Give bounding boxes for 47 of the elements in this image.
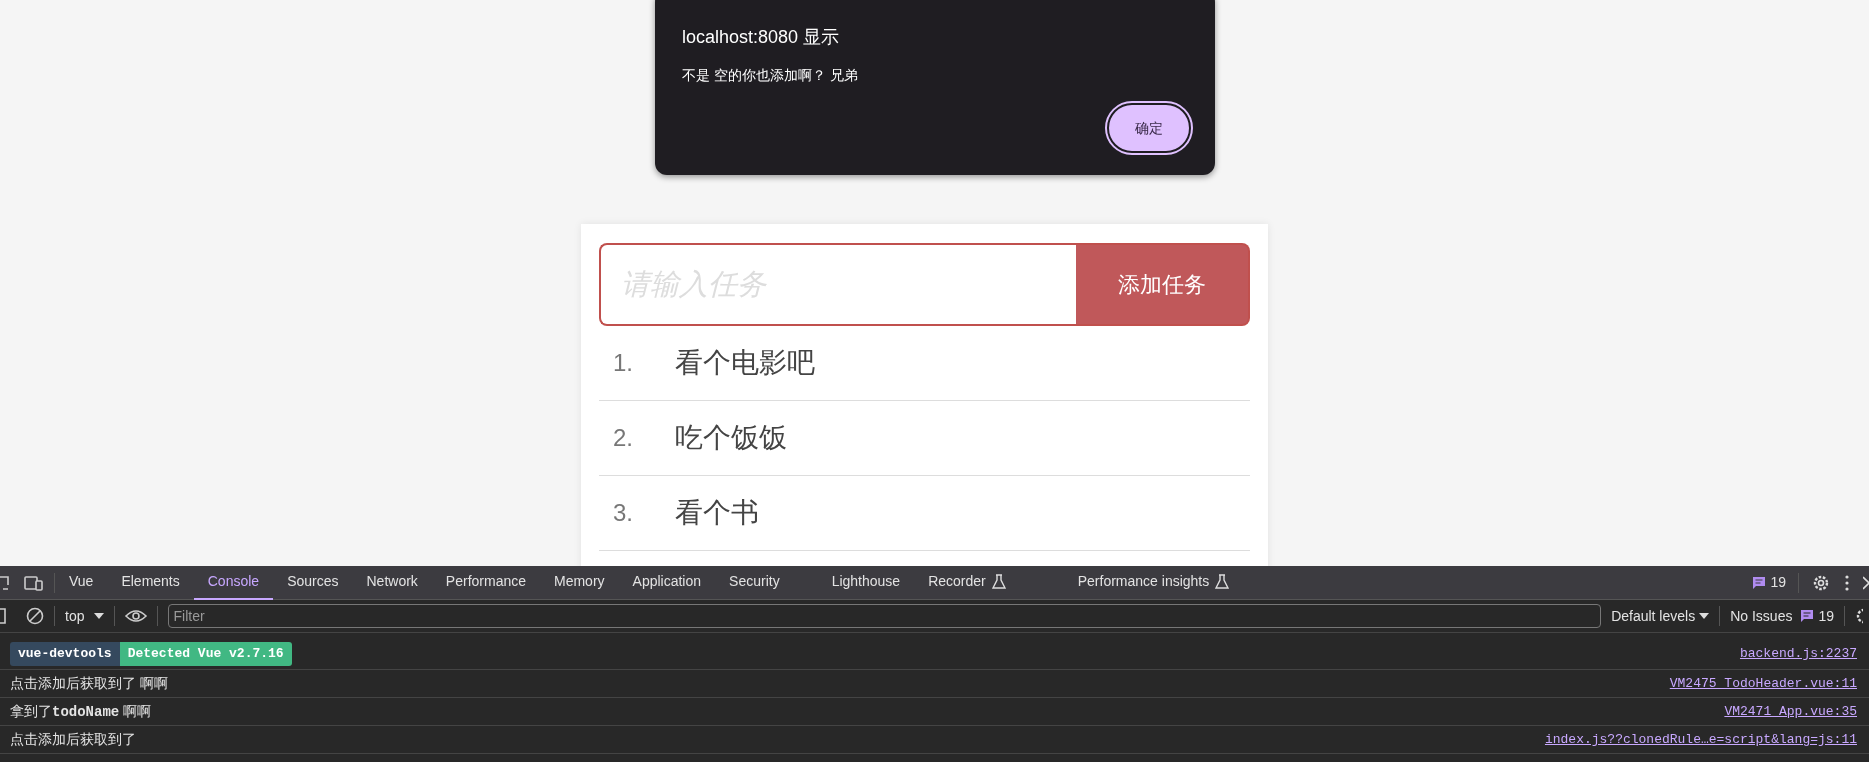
devtools-tab[interactable]: Recorder <box>914 565 1020 600</box>
context-selector[interactable]: top <box>65 605 105 627</box>
devtools-tab[interactable]: Security <box>715 565 794 600</box>
todo-item-text: 看个电影吧 <box>675 346 815 380</box>
messages-count-button[interactable]: 19 <box>1752 572 1786 593</box>
devtools-tab[interactable]: Console <box>193 565 274 600</box>
clear-console-icon[interactable] <box>26 607 44 625</box>
log-levels-dropdown[interactable]: Default levels <box>1611 605 1710 627</box>
source-link[interactable]: VM2471 App.vue:35 <box>1724 701 1857 722</box>
dialog-title: localhost:8080 显示 <box>682 26 841 49</box>
dialog-message: 不是 空的你也添加啊？ 兄弟 <box>682 66 859 85</box>
caret-icon <box>94 612 105 620</box>
console-message: 点击添加后获取到了 <box>10 730 136 749</box>
todo-item-text: 吃个饭饭 <box>675 421 787 455</box>
more-icon[interactable] <box>1845 574 1849 591</box>
console-message: 点击添加后获取到了 啊啊 <box>10 674 168 693</box>
device-toolbar-icon[interactable] <box>24 573 44 592</box>
sidebar-icon[interactable] <box>0 608 6 624</box>
ok-button[interactable]: 确定 <box>1107 103 1191 153</box>
devtools-tab[interactable]: Performance insights <box>1063 565 1244 600</box>
close-icon[interactable] <box>1863 575 1869 590</box>
devtools-tab[interactable]: Performance <box>431 565 540 600</box>
devtools-tab[interactable]: Memory <box>540 565 619 600</box>
todo-item-text: 看个书 <box>675 496 759 530</box>
message-icon <box>1800 609 1815 623</box>
devtools-tab[interactable]: Lighthouse <box>817 565 915 600</box>
console-badge: vue-devtools <box>10 642 120 666</box>
settings-icon[interactable] <box>1855 607 1863 625</box>
devtools-tab[interactable]: Elements <box>107 565 194 600</box>
devtools-tab[interactable]: Sources <box>273 565 353 600</box>
source-link[interactable]: backend.js:2237 <box>1739 644 1857 664</box>
source-link[interactable]: index.js??clonedRule…e=script&lang=js:11 <box>1544 729 1857 750</box>
message-icon <box>1752 575 1767 590</box>
console-message: 拿到了todoName 啊啊 <box>10 701 152 722</box>
source-link[interactable]: VM2475 TodoHeader.vue:11 <box>1669 673 1857 694</box>
filter-field[interactable]: Filter <box>168 604 1602 628</box>
inspect-icon[interactable] <box>0 573 12 592</box>
item-number: 2. <box>613 423 634 453</box>
eye-icon[interactable] <box>125 609 148 623</box>
item-number: 1. <box>613 348 634 378</box>
devtools-tab[interactable]: Application <box>618 565 716 600</box>
devtools-tab[interactable]: Network <box>352 565 432 600</box>
console-badge: Detected Vue v2.7.16 <box>119 642 292 666</box>
caret-icon <box>1699 612 1710 620</box>
devtools-tab[interactable]: Vue <box>55 565 108 600</box>
issues-button[interactable]: No Issues 19 <box>1730 605 1834 627</box>
item-number: 3. <box>613 498 634 528</box>
